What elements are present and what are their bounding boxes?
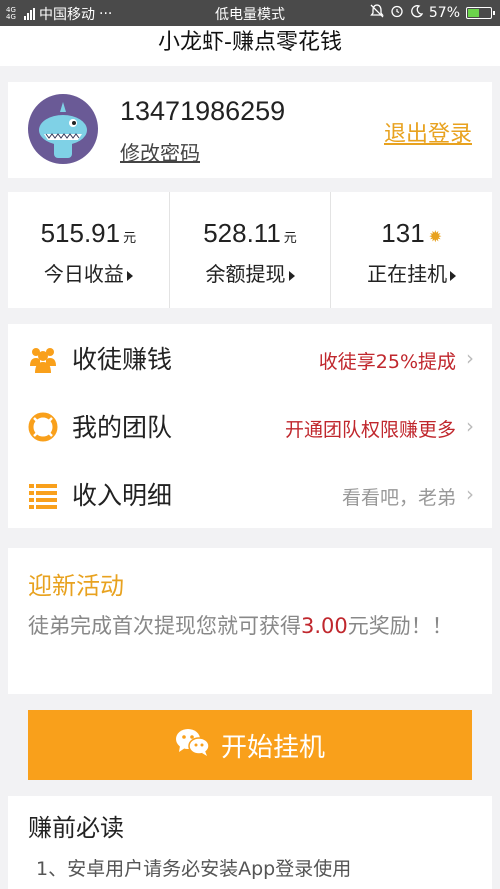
- alarm-icon: [390, 4, 404, 22]
- page-title: 小龙虾-赚点零花钱: [0, 26, 500, 66]
- promo-text: 徒弟完成首次提现您就可获得3.00元奖励！！: [28, 608, 468, 644]
- avatar[interactable]: [28, 94, 98, 164]
- stat-today-earnings[interactable]: 515.91 元 今日收益: [8, 192, 170, 308]
- triangle-right-icon: [126, 270, 133, 281]
- menu-item-recruit[interactable]: 收徒赚钱 收徒享25%提成 ›: [8, 324, 492, 392]
- status-bar: 4G 4G 中国移动 ··· 低电量模式 57%: [0, 0, 500, 26]
- notice-card: 赚前必读 1、安卓用户请务必安装App登录使用: [8, 796, 492, 889]
- battery-fill: [468, 9, 480, 17]
- stat-label: 余额提现: [205, 262, 286, 286]
- chevron-right-icon: ›: [466, 414, 474, 438]
- stat-balance-withdraw[interactable]: 528.11 元 余额提现: [170, 192, 332, 308]
- menu-item-label: 收徒赚钱: [72, 345, 173, 374]
- promo-text-after: 元奖励！！: [347, 614, 453, 638]
- menu-item-hint: 收徒享25%提成: [318, 351, 456, 373]
- phone-number: 13471986259: [120, 96, 286, 126]
- stat-label: 正在挂机: [367, 262, 448, 286]
- logout-link[interactable]: 退出登录: [384, 116, 472, 148]
- battery-icon: [466, 7, 495, 19]
- stat-value: 131: [381, 218, 425, 248]
- promo-title: 迎新活动: [28, 572, 124, 600]
- promo-amount: 3.00: [301, 614, 348, 638]
- notice-line: 1、安卓用户请务必安装App登录使用: [36, 858, 352, 880]
- wechat-icon: [175, 727, 211, 764]
- menu-item-hint: 开通团队权限赚更多: [284, 419, 456, 441]
- chevron-right-icon: ›: [466, 346, 474, 370]
- menu-item-team[interactable]: 我的团队 开通团队权限赚更多 ›: [8, 392, 492, 460]
- menu-item-hint: 看看吧，老弟: [341, 487, 456, 509]
- start-button-label: 开始挂机: [220, 732, 325, 763]
- menu-item-income-details[interactable]: 收入明细 看看吧，老弟 ›: [8, 460, 492, 528]
- promo-text-before: 徒弟完成首次提现您就可获得: [28, 614, 301, 638]
- stat-running[interactable]: 131 ✹ 正在挂机: [331, 192, 492, 308]
- menu-item-label: 我的团队: [72, 413, 173, 442]
- stat-unit: 元: [283, 230, 297, 245]
- people-icon: [28, 344, 58, 374]
- menu-list: 收徒赚钱 收徒享25%提成 › 我的团队 开通团队权限赚更多 › 收入明细 看看…: [8, 324, 492, 528]
- gear-icon: ✹: [428, 229, 443, 246]
- moon-icon: [410, 4, 424, 22]
- mute-icon: [370, 4, 384, 22]
- triangle-right-icon: [288, 270, 295, 281]
- list-icon: [28, 480, 58, 510]
- chevron-right-icon: ›: [466, 482, 474, 506]
- triangle-right-icon: [450, 270, 457, 281]
- stat-unit: 元: [123, 230, 137, 245]
- lifebuoy-icon: [28, 412, 58, 442]
- change-password-link[interactable]: 修改密码: [120, 137, 200, 166]
- menu-item-label: 收入明细: [72, 481, 173, 510]
- stat-value: 528.11: [203, 218, 281, 248]
- account-card: 13471986259 修改密码 退出登录: [8, 82, 492, 178]
- promo-card: 迎新活动 徒弟完成首次提现您就可获得3.00元奖励！！: [8, 548, 492, 694]
- stat-label: 今日收益: [43, 262, 124, 286]
- battery-percent: 57%: [428, 5, 460, 21]
- stats-panel: 515.91 元 今日收益 528.11 元 余额提现 131 ✹ 正在挂机: [8, 192, 492, 308]
- stat-value: 515.91: [40, 218, 121, 248]
- start-button[interactable]: 开始挂机: [28, 710, 472, 780]
- notice-title: 赚前必读: [28, 814, 124, 842]
